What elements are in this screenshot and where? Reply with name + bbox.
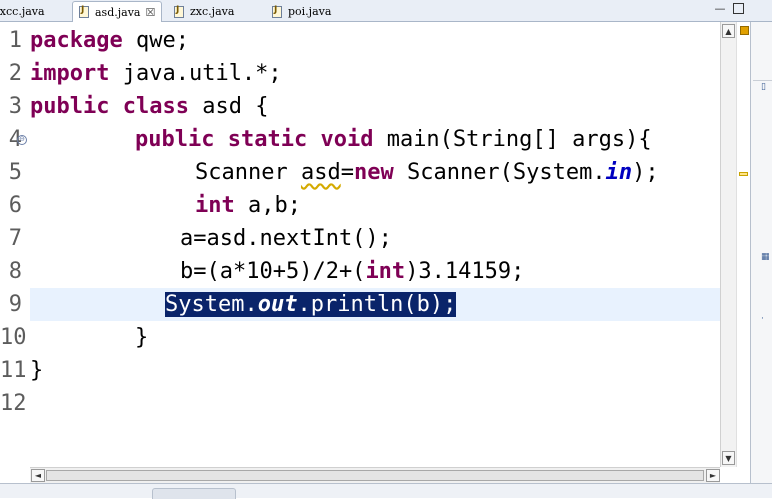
- code-line-6: int a,b;: [195, 193, 301, 218]
- code-editor[interactable]: 1 2 3 4 ⊖ 5 6 7 8 9 10 11 12 package qwe…: [0, 22, 736, 467]
- overview-ruler[interactable]: [736, 22, 750, 467]
- tab-zxc-java[interactable]: zxc.java: [174, 2, 234, 21]
- scroll-up-button[interactable]: ▲: [722, 24, 735, 38]
- line-number: 5: [8, 160, 22, 185]
- line-number: 6: [8, 193, 22, 218]
- bottom-panel-tab[interactable]: [152, 488, 236, 499]
- code-line-7: a=asd.nextInt();: [180, 226, 392, 251]
- panel-toolbar-icon[interactable]: ▯: [761, 82, 771, 92]
- java-file-icon: [174, 5, 184, 18]
- code-line-9-current: System.out.println(b);: [30, 288, 720, 321]
- code-line-10: }: [135, 325, 149, 350]
- tab-asd-java[interactable]: asd.java ☒: [72, 1, 163, 22]
- tab-label: zxc.java: [190, 5, 235, 18]
- unused-resource-warning: asd: [300, 160, 341, 185]
- code-line-1: package qwe;: [30, 28, 189, 53]
- line-number-gutter: 1 2 3 4 ⊖ 5 6 7 8 9 10 11 12: [0, 22, 28, 467]
- tab-zxcc-java[interactable]: zxcc.java: [0, 2, 45, 21]
- code-line-3: public class asd {: [30, 94, 269, 119]
- editor-tab-bar: zxcc.java asd.java ☒ zxc.java poi.java —: [0, 0, 772, 22]
- line-number: 7: [8, 226, 22, 251]
- code-line-4: public static void main(String[] args){: [135, 127, 652, 152]
- selected-text[interactable]: System.out.println(b);: [165, 292, 457, 317]
- warning-summary-icon[interactable]: [740, 26, 749, 35]
- fold-toggle-icon[interactable]: ⊖: [17, 135, 27, 145]
- side-panel-edge: ▯ ▦ ·: [750, 22, 772, 498]
- code-line-11: }: [30, 358, 44, 383]
- panel-dot-icon[interactable]: ·: [761, 314, 771, 324]
- bottom-panel-strip: [0, 483, 772, 499]
- line-number: 11: [0, 358, 27, 383]
- horizontal-scrollbar[interactable]: ◄ ►: [30, 467, 720, 483]
- scroll-down-button[interactable]: ▼: [722, 451, 735, 465]
- line-number: 8: [8, 259, 22, 284]
- vertical-scrollbar[interactable]: ▲ ▼: [720, 22, 736, 467]
- tab-poi-java[interactable]: poi.java: [272, 2, 331, 21]
- code-line-2: import java.util.*;: [30, 61, 282, 86]
- java-file-icon: [272, 5, 282, 18]
- scroll-right-button[interactable]: ►: [706, 469, 720, 482]
- tab-label: zxcc.java: [0, 5, 45, 18]
- line-number: 10: [0, 325, 27, 350]
- java-file-icon: [79, 5, 89, 18]
- close-tab-icon[interactable]: ☒: [145, 6, 155, 19]
- horizontal-scroll-thumb[interactable]: [46, 470, 704, 481]
- line-number: 2: [8, 61, 22, 86]
- code-area[interactable]: package qwe; import java.util.*; public …: [30, 22, 720, 467]
- minimize-button[interactable]: —: [713, 1, 727, 15]
- outline-view-icon[interactable]: ▦: [761, 252, 771, 262]
- line-number: 3: [8, 94, 22, 119]
- line-number: 1: [8, 28, 22, 53]
- maximize-button[interactable]: [733, 3, 744, 14]
- line-number: 9: [8, 292, 22, 317]
- warning-marker[interactable]: [739, 172, 748, 176]
- panel-divider: [753, 80, 772, 81]
- code-line-8: b=(a*10+5)/2+(int)3.14159;: [180, 259, 525, 284]
- line-number: 12: [0, 391, 27, 416]
- tab-label: asd.java: [95, 5, 141, 19]
- scroll-left-button[interactable]: ◄: [31, 469, 45, 482]
- tab-label: poi.java: [288, 5, 332, 18]
- code-line-5: Scanner asd=new Scanner(System.in);: [195, 160, 659, 185]
